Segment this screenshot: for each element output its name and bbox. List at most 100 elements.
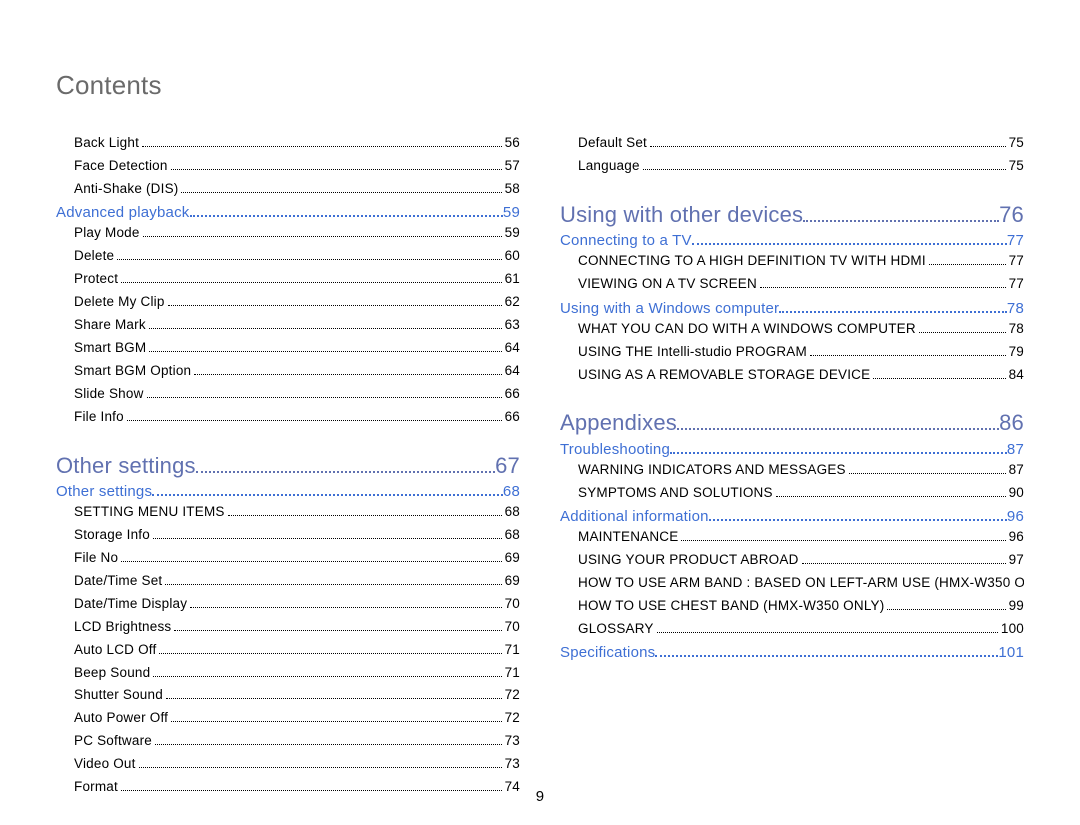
toc-item-page: 72 <box>505 685 520 706</box>
toc-item-label: USING THE Intelli-studio PROGRAM <box>578 342 807 363</box>
toc-item-page: 64 <box>505 361 520 382</box>
toc-item[interactable]: HOW TO USE ARM BAND : BASED ON LEFT-ARM … <box>578 573 1024 594</box>
toc-column-1: Default Set 75Language75 Using with other … <box>560 131 1024 800</box>
toc-item[interactable]: WHAT YOU CAN DO WITH A WINDOWS COMPUTER7… <box>578 319 1024 340</box>
toc-item-label: Face Detection <box>74 156 168 177</box>
toc-section[interactable]: Additional information96 <box>560 508 1024 526</box>
toc-item[interactable]: USING AS A REMOVABLE STORAGE DEVICE84 <box>578 365 1024 386</box>
toc-item-label: Default Set <box>578 133 647 154</box>
toc-item[interactable]: Face Detection57 <box>74 156 520 177</box>
toc-item-page: 96 <box>1009 527 1024 548</box>
toc-item-page: 73 <box>505 731 520 752</box>
toc-item[interactable]: File Info66 <box>74 407 520 428</box>
toc-chapter-page: 86 <box>999 410 1024 436</box>
toc-item[interactable]: Date/Time Set69 <box>74 571 520 592</box>
toc-item-page: 62 <box>505 292 520 313</box>
leader-dots <box>121 554 501 562</box>
toc-item-label: HOW TO USE CHEST BAND (HMX-W350 ONLY) <box>578 596 884 617</box>
toc-item[interactable]: USING THE Intelli-studio PROGRAM 79 <box>578 342 1024 363</box>
toc-item-label: Date/Time Set <box>74 571 162 592</box>
toc-item-label: Back Light <box>74 133 139 154</box>
toc-chapter[interactable]: Using with other devices76 <box>560 193 1024 228</box>
toc-item-page: 97 <box>1009 550 1024 571</box>
toc-item[interactable]: Language75 <box>578 156 1024 177</box>
leader-dots <box>152 487 503 497</box>
toc-item[interactable]: Date/Time Display70 <box>74 594 520 615</box>
toc-item-label: WARNING INDICATORS AND MESSAGES <box>578 460 846 481</box>
leader-dots <box>681 534 1005 542</box>
toc-section[interactable]: Other settings68 <box>56 483 520 501</box>
toc-item-label: WHAT YOU CAN DO WITH A WINDOWS COMPUTER <box>578 319 916 340</box>
leader-dots <box>692 236 1007 246</box>
leader-dots <box>655 648 998 658</box>
toc-item[interactable]: WARNING INDICATORS AND MESSAGES87 <box>578 460 1024 481</box>
toc-section[interactable]: Advanced playback59 <box>56 204 520 222</box>
toc-item[interactable]: Protect61 <box>74 269 520 290</box>
toc-item-label: Delete <box>74 246 114 267</box>
toc-item-page: 79 <box>1009 342 1024 363</box>
toc-item-label: Shutter Sound <box>74 685 163 706</box>
toc-chapter-label: Using with other devices <box>560 202 803 228</box>
leader-dots <box>171 162 502 170</box>
toc-columns: Back Light56Face Detection57Anti-Shake (… <box>56 131 1024 800</box>
toc-item[interactable]: Share Mark63 <box>74 315 520 336</box>
leader-dots <box>709 512 1007 522</box>
toc-item[interactable]: Shutter Sound 72 <box>74 685 520 706</box>
toc-section-label: Advanced playback <box>56 204 190 221</box>
toc-item[interactable]: Anti-Shake (DIS)58 <box>74 179 520 200</box>
leader-dots <box>779 303 1007 313</box>
toc-chapter[interactable]: Other settings67 <box>56 444 520 479</box>
toc-item-label: PC Software <box>74 731 152 752</box>
toc-item[interactable]: Smart BGM64 <box>74 338 520 359</box>
toc-item[interactable]: USING YOUR PRODUCT ABROAD97 <box>578 550 1024 571</box>
toc-item[interactable]: LCD Brightness70 <box>74 617 520 638</box>
toc-item[interactable]: VIEWING ON A TV SCREEN 77 <box>578 274 1024 295</box>
toc-item[interactable]: Smart BGM Option64 <box>74 361 520 382</box>
toc-item[interactable]: Auto LCD Off71 <box>74 640 520 661</box>
toc-item-label: Play Mode <box>74 223 140 244</box>
leader-dots <box>153 531 502 539</box>
leader-dots <box>143 230 502 238</box>
toc-section-label: Troubleshooting <box>560 441 670 458</box>
toc-item-label: Share Mark <box>74 315 146 336</box>
toc-section-page: 77 <box>1007 232 1024 249</box>
toc-column-0: Back Light56Face Detection57Anti-Shake (… <box>56 131 520 800</box>
toc-item[interactable]: SETTING MENU ITEMS68 <box>74 502 520 523</box>
toc-item[interactable]: Storage Info68 <box>74 525 520 546</box>
leader-dots <box>760 281 1006 289</box>
toc-item[interactable]: Play Mode59 <box>74 223 520 244</box>
toc-item[interactable]: Beep Sound71 <box>74 663 520 684</box>
toc-item-page: 77 <box>1009 274 1024 295</box>
toc-item-page: 84 <box>1009 365 1024 386</box>
toc-chapter[interactable]: Appendixes86 <box>560 401 1024 436</box>
toc-item-label: VIEWING ON A TV SCREEN <box>578 274 757 295</box>
toc-section[interactable]: Connecting to a TV77 <box>560 232 1024 250</box>
toc-item-label: CONNECTING TO A HIGH DEFINITION TV WITH … <box>578 251 926 272</box>
toc-item[interactable]: File No69 <box>74 548 520 569</box>
toc-item[interactable]: CONNECTING TO A HIGH DEFINITION TV WITH … <box>578 251 1024 272</box>
toc-section-page: 87 <box>1007 441 1024 458</box>
toc-item[interactable]: HOW TO USE CHEST BAND (HMX-W350 ONLY)99 <box>578 596 1024 617</box>
toc-section[interactable]: Specifications101 <box>560 644 1024 662</box>
toc-item[interactable]: SYMPTOMS AND SOLUTIONS90 <box>578 483 1024 504</box>
toc-item[interactable]: Default Set 75 <box>578 133 1024 154</box>
toc-item[interactable]: PC Software 73 <box>74 731 520 752</box>
leader-dots <box>849 466 1006 474</box>
toc-item-page: 70 <box>505 617 520 638</box>
toc-section[interactable]: Using with a Windows computer78 <box>560 299 1024 317</box>
toc-item[interactable]: Delete60 <box>74 246 520 267</box>
toc-item[interactable]: Back Light56 <box>74 133 520 154</box>
toc-item[interactable]: Video Out73 <box>74 754 520 775</box>
toc-item[interactable]: Slide Show66 <box>74 384 520 405</box>
toc-item[interactable]: GLOSSARY100 <box>578 619 1024 640</box>
toc-item-page: 75 <box>1009 133 1024 154</box>
leader-dots <box>803 209 999 222</box>
toc-section[interactable]: Troubleshooting 87 <box>560 440 1024 458</box>
toc-item-page: 71 <box>505 640 520 661</box>
toc-item-page: 58 <box>505 179 520 200</box>
toc-item-page: 66 <box>505 384 520 405</box>
toc-item[interactable]: MAINTENANCE96 <box>578 527 1024 548</box>
toc-item-page: 100 <box>1001 619 1024 640</box>
toc-item[interactable]: Auto Power Off72 <box>74 708 520 729</box>
toc-item[interactable]: Delete My Clip62 <box>74 292 520 313</box>
